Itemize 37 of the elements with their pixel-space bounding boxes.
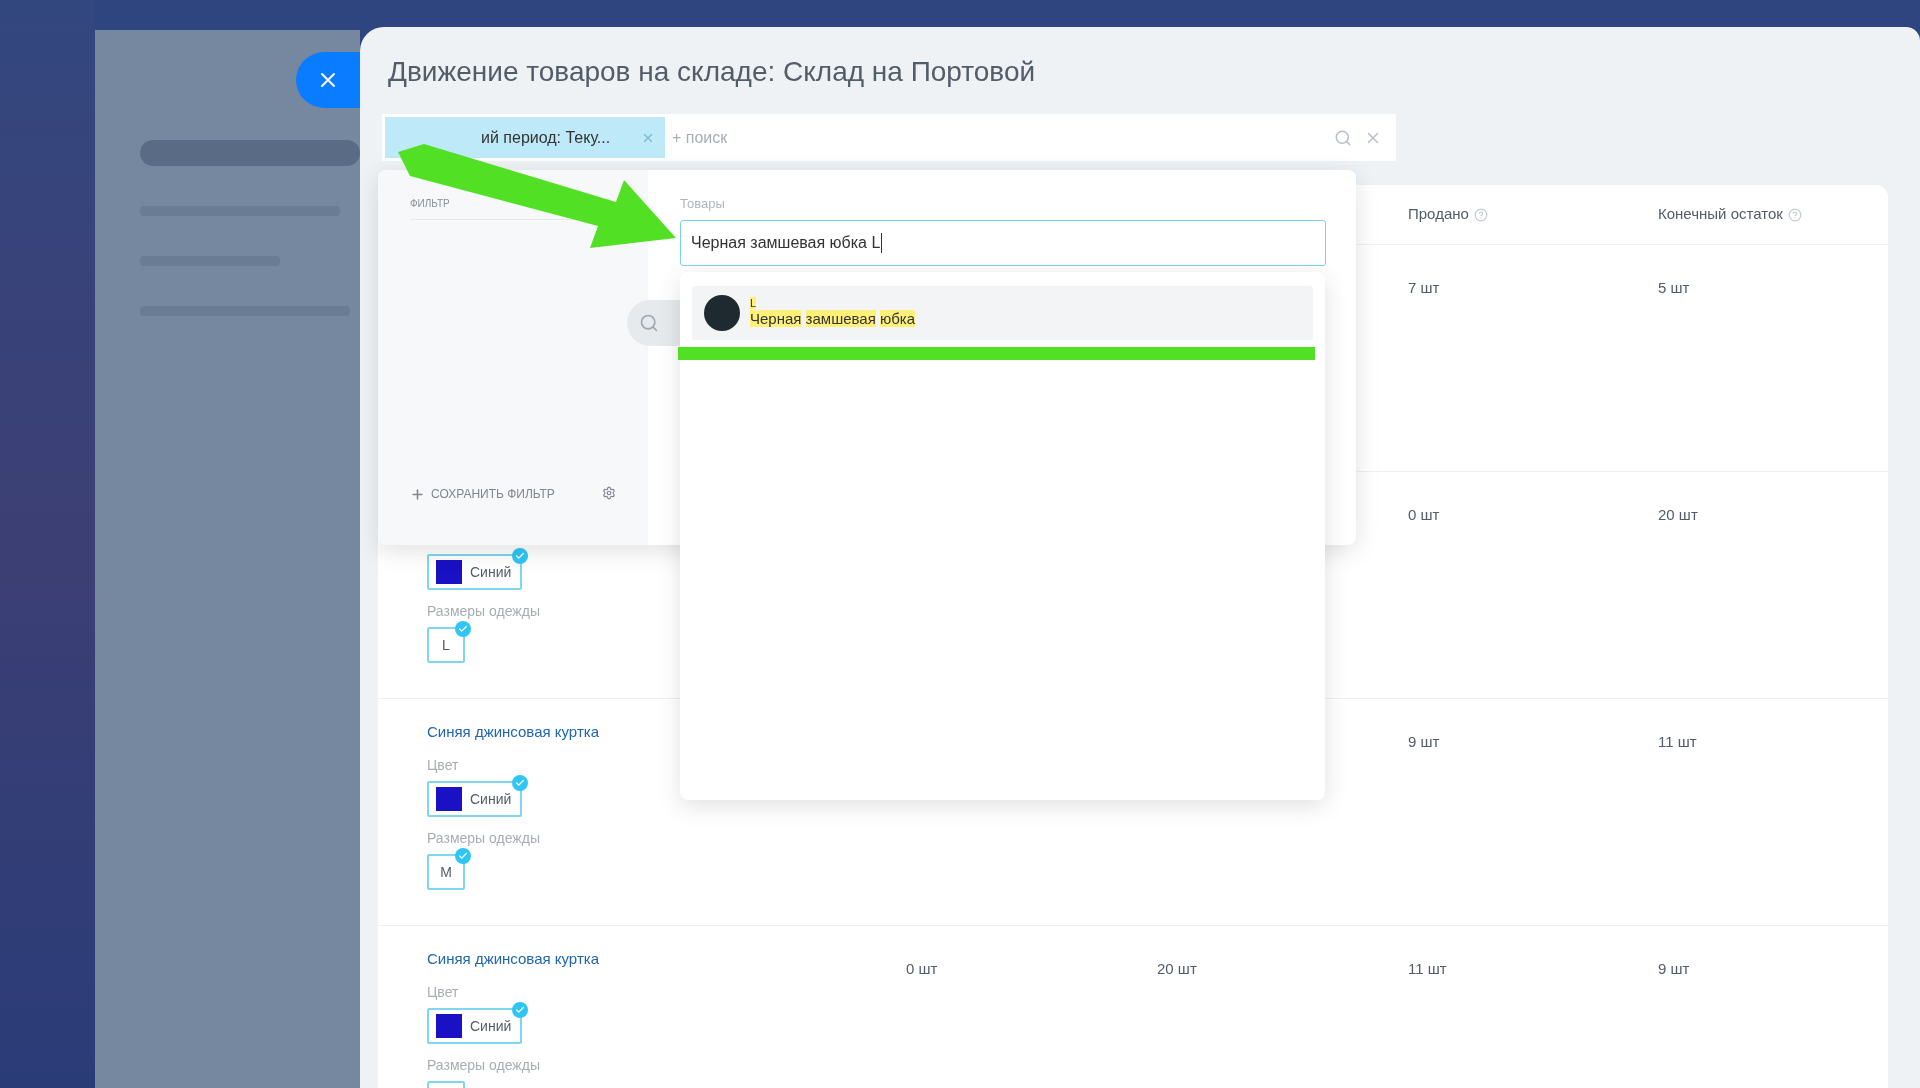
- product-link[interactable]: Синяя джинсовая куртка: [427, 723, 599, 740]
- table-cell: 20 шт: [1157, 960, 1197, 977]
- attribute-label: Размеры одежды: [427, 603, 540, 619]
- table-cell: 9 шт: [1408, 733, 1440, 750]
- settings-icon[interactable]: [602, 486, 616, 500]
- filter-search-bar[interactable]: ий период: Теку... + поиск: [382, 114, 1396, 161]
- search-input[interactable]: + поиск: [672, 125, 1334, 150]
- table-cell: 11 шт: [1658, 733, 1697, 750]
- attribute-label: Цвет: [427, 757, 459, 773]
- zoom-search-icon[interactable]: [627, 300, 680, 346]
- suggestion-caption: L: [750, 297, 757, 309]
- product-link[interactable]: Синяя джинсовая куртка: [427, 950, 599, 967]
- attribute-label: Цвет: [427, 984, 459, 1000]
- plus-icon: [410, 486, 425, 502]
- field-label: Товары: [680, 196, 726, 212]
- search-icon[interactable]: [1334, 128, 1352, 147]
- table-cell: 7 шт: [1408, 279, 1440, 296]
- save-filter-button[interactable]: СОХРАНИТЬ ФИЛЬТР: [410, 485, 555, 503]
- table-cell: 11 шт: [1408, 960, 1447, 977]
- table-cell: 0 шт: [1408, 506, 1440, 523]
- suggestion-item[interactable]: L Черная замшевая юбка: [692, 286, 1313, 340]
- table-cell: 0 шт: [906, 960, 938, 977]
- attribute-label: Размеры одежды: [427, 1057, 540, 1073]
- help-icon: [1473, 207, 1488, 222]
- filter-chip[interactable]: ий период: Теку...: [385, 117, 665, 158]
- column-header: Продано: [1408, 204, 1469, 225]
- table-cell: 9 шт: [1658, 960, 1690, 977]
- table-cell: 5 шт: [1658, 279, 1690, 296]
- attribute-label: Размеры одежды: [427, 830, 540, 846]
- filter-heading: ФИЛЬТР: [410, 197, 450, 211]
- close-button[interactable]: [296, 52, 360, 108]
- product-search-field[interactable]: Черная замшевая юбка L: [680, 220, 1326, 266]
- help-icon: [1787, 207, 1802, 222]
- suggestion-name: Черная замшевая юбка: [750, 309, 916, 329]
- table-cell: 20 шт: [1658, 506, 1698, 523]
- column-header: Конечный остаток: [1658, 204, 1783, 225]
- page-title: Движение товаров на складе: Склад на Портовой: [388, 55, 1037, 89]
